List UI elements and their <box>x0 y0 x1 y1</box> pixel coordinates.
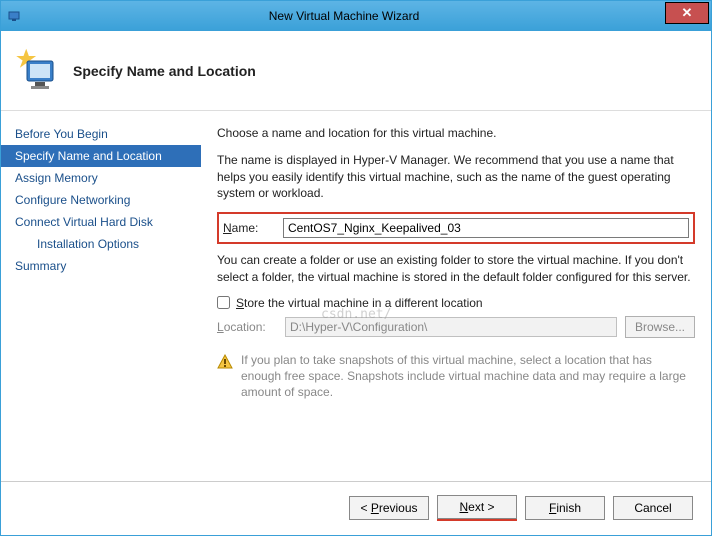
finish-button[interactable]: Finish <box>525 496 605 520</box>
snapshot-info-text: If you plan to take snapshots of this vi… <box>241 352 695 401</box>
previous-button[interactable]: < Previous <box>349 496 429 520</box>
step-before-you-begin[interactable]: Before You Begin <box>1 123 201 145</box>
step-configure-networking[interactable]: Configure Networking <box>1 189 201 211</box>
step-connect-vhd[interactable]: Connect Virtual Hard Disk <box>1 211 201 233</box>
store-checkbox-label: Store the virtual machine in a different… <box>236 296 483 310</box>
step-summary[interactable]: Summary <box>1 255 201 277</box>
wizard-steps: Before You Begin Specify Name and Locati… <box>1 111 201 481</box>
name-input[interactable] <box>283 218 689 238</box>
close-button[interactable]: ✕ <box>665 2 709 24</box>
store-location-row: Store the virtual machine in a different… <box>217 296 695 310</box>
titlebar: New Virtual Machine Wizard ✕ <box>1 1 711 31</box>
wizard-header-icon <box>13 47 61 95</box>
folder-desc: You can create a folder or use an existi… <box>217 252 695 286</box>
store-different-location-checkbox[interactable] <box>217 296 230 309</box>
browse-button: Browse... <box>625 316 695 338</box>
name-label: Name: <box>223 221 283 235</box>
location-row: Location: Browse... <box>217 316 695 338</box>
intro-text: Choose a name and location for this virt… <box>217 125 695 142</box>
window-title: New Virtual Machine Wizard <box>23 9 665 23</box>
location-label: Location: <box>217 320 277 334</box>
cancel-button[interactable]: Cancel <box>613 496 693 520</box>
next-button[interactable]: Next > <box>437 495 517 519</box>
step-specify-name-location[interactable]: Specify Name and Location <box>1 145 201 167</box>
wizard-body: Before You Begin Specify Name and Locati… <box>1 111 711 481</box>
step-installation-options[interactable]: Installation Options <box>1 233 201 255</box>
name-field-row: Name: <box>217 212 695 244</box>
wizard-footer: < Previous Next > Finish Cancel <box>1 481 711 533</box>
snapshot-info: If you plan to take snapshots of this vi… <box>217 352 695 401</box>
location-input <box>285 317 617 337</box>
wizard-window: New Virtual Machine Wizard ✕ Specify Nam… <box>0 0 712 536</box>
desc-text: The name is displayed in Hyper-V Manager… <box>217 152 695 202</box>
step-assign-memory[interactable]: Assign Memory <box>1 167 201 189</box>
page-title: Specify Name and Location <box>73 63 256 79</box>
warning-icon <box>217 354 233 370</box>
wizard-header: Specify Name and Location <box>1 31 711 111</box>
app-icon <box>7 8 23 24</box>
wizard-content: Choose a name and location for this virt… <box>201 111 711 481</box>
